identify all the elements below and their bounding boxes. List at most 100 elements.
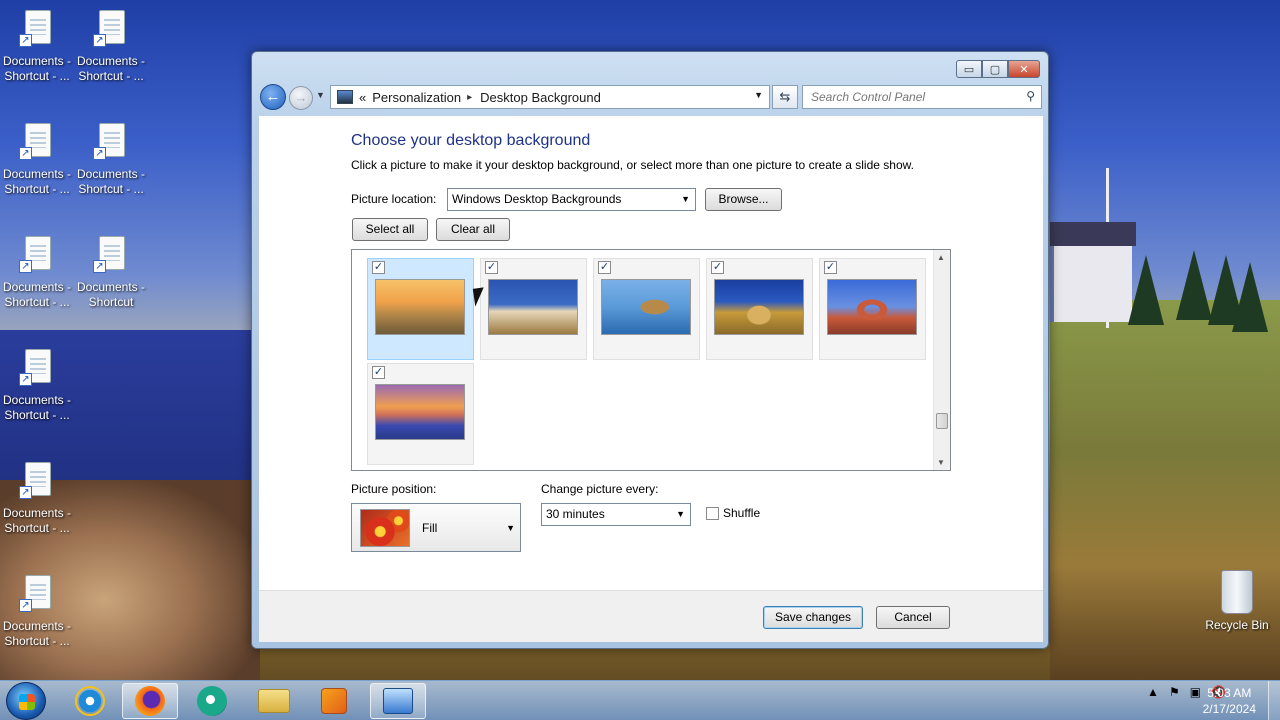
- shuffle-option[interactable]: Shuffle: [706, 506, 760, 520]
- picture-tile[interactable]: ✓: [480, 258, 587, 360]
- minimize-button[interactable]: ▭: [956, 60, 982, 78]
- desktop-shortcut[interactable]: ↗ Documents - Shortcut - ...: [74, 121, 148, 197]
- browse-button[interactable]: Browse...: [705, 188, 782, 211]
- picture-thumbnail: [601, 279, 691, 335]
- picture-thumbnail: [714, 279, 804, 335]
- recycle-bin-label: Recycle Bin: [1205, 618, 1269, 632]
- picture-checkbox[interactable]: ✓: [372, 366, 385, 379]
- taskbar-control-panel[interactable]: [370, 683, 426, 719]
- picture-tile[interactable]: ✓: [367, 363, 474, 465]
- select-all-button[interactable]: Select all: [352, 218, 428, 241]
- network-icon[interactable]: ▣: [1190, 685, 1201, 699]
- save-changes-button[interactable]: Save changes: [763, 606, 863, 629]
- breadcrumb-desktop-background[interactable]: Desktop Background: [480, 90, 601, 105]
- picture-checkbox[interactable]: ✓: [824, 261, 837, 274]
- breadcrumb-separator-icon[interactable]: ▸: [467, 92, 472, 103]
- wallpaper-tree: [1176, 250, 1212, 320]
- forward-button[interactable]: →: [289, 86, 313, 110]
- desktop-shortcut[interactable]: ↗ Documents - Shortcut - ...: [0, 460, 74, 536]
- document-icon: ↗: [17, 573, 57, 617]
- clear-all-button[interactable]: Clear all: [436, 218, 510, 241]
- desktop-shortcut[interactable]: ↗ Documents - Shortcut - ...: [74, 8, 148, 84]
- cancel-button[interactable]: Cancel: [876, 606, 950, 629]
- clock[interactable]: 5:03 AM 2/17/2024: [1203, 685, 1256, 717]
- picture-tile[interactable]: ✓: [367, 258, 474, 360]
- picture-position-label: Picture position:: [351, 482, 437, 496]
- shortcut-label: Documents -: [2, 54, 72, 68]
- shortcut-label: Shortcut - ...: [4, 408, 70, 422]
- search-icon[interactable]: ⚲: [1026, 89, 1035, 103]
- shortcut-label: Shortcut - ...: [78, 69, 144, 83]
- window-controls: ▭ ▢ ✕: [956, 60, 1040, 78]
- picture-location-select[interactable]: Windows Desktop Backgrounds ▼: [447, 188, 696, 211]
- taskbar-media-player[interactable]: [306, 683, 362, 719]
- shortcut-label: Documents -: [76, 280, 146, 294]
- control-panel-icon: [383, 688, 413, 714]
- clock-date: 2/17/2024: [1202, 702, 1256, 716]
- document-icon: ↗: [91, 121, 131, 165]
- picture-thumbnail: [488, 279, 578, 335]
- picture-position-value: Fill: [422, 521, 438, 535]
- shortcut-label: Documents -: [76, 54, 146, 68]
- firefox-icon: [135, 686, 165, 716]
- picture-checkbox[interactable]: ✓: [485, 261, 498, 274]
- recycle-bin[interactable]: Recycle Bin: [1200, 570, 1274, 632]
- chevron-down-icon: ▼: [676, 509, 685, 519]
- scrollbar-thumb[interactable]: [936, 413, 948, 429]
- show-desktop-button[interactable]: [1268, 681, 1280, 720]
- chat-icon: [197, 686, 227, 716]
- maximize-button[interactable]: ▢: [982, 60, 1008, 78]
- shortcut-label: Shortcut - ...: [4, 182, 70, 196]
- picture-tile[interactable]: ✓: [706, 258, 813, 360]
- taskbar-chat-app[interactable]: [184, 683, 240, 719]
- picture-checkbox[interactable]: ✓: [372, 261, 385, 274]
- clock-time: 5:03 AM: [1207, 686, 1252, 700]
- taskbar: ▲ ⚑ ▣ 🔇 5:03 AM 2/17/2024: [0, 680, 1280, 720]
- taskbar-internet-explorer[interactable]: [62, 683, 118, 719]
- breadcrumb-overflow[interactable]: «: [359, 90, 366, 105]
- desktop-shortcut[interactable]: ↗ Documents - Shortcut - ...: [0, 234, 74, 310]
- breadcrumb-personalization[interactable]: Personalization: [372, 90, 461, 105]
- shortcut-label: Documents -: [2, 280, 72, 294]
- picture-tile[interactable]: ✓: [593, 258, 700, 360]
- start-button[interactable]: [6, 682, 46, 720]
- picture-position-select[interactable]: Fill ▼: [351, 503, 521, 552]
- picture-location-label: Picture location:: [351, 192, 437, 206]
- shuffle-checkbox[interactable]: [706, 506, 719, 520]
- shortcut-label: Documents -: [76, 167, 146, 181]
- shortcut-label: Documents -: [2, 393, 72, 407]
- page-description: Click a picture to make it your desktop …: [351, 158, 914, 172]
- flower-preview-icon: [360, 509, 410, 547]
- document-icon: ↗: [17, 234, 57, 278]
- scroll-down-icon[interactable]: ▼: [937, 458, 945, 467]
- recent-pages-dropdown[interactable]: ▼: [316, 90, 325, 100]
- desktop-shortcut[interactable]: ↗ Documents - Shortcut - ...: [0, 347, 74, 423]
- address-dropdown-icon[interactable]: ▼: [754, 90, 763, 100]
- desktop-shortcut[interactable]: ↗ Documents - Shortcut - ...: [0, 121, 74, 197]
- wallpaper-tree: [1232, 262, 1268, 332]
- close-button[interactable]: ✕: [1008, 60, 1040, 78]
- navigation-bar: ← → ▼ « Personalization ▸ Desktop Backgr…: [258, 84, 1042, 110]
- change-interval-select[interactable]: 30 minutes ▼: [541, 503, 691, 526]
- search-input[interactable]: Search Control Panel ⚲: [802, 85, 1042, 109]
- shortcut-label: Documents -: [2, 506, 72, 520]
- mouse-cursor-icon: [472, 287, 487, 307]
- desktop-shortcut[interactable]: ↗ Documents - Shortcut: [74, 234, 148, 310]
- address-bar[interactable]: « Personalization ▸ Desktop Background ▼: [330, 85, 770, 109]
- taskbar-file-explorer[interactable]: [246, 683, 302, 719]
- chevron-down-icon: ▼: [506, 523, 515, 533]
- picture-checkbox[interactable]: ✓: [711, 261, 724, 274]
- gallery-scrollbar[interactable]: ▲ ▼: [933, 250, 950, 470]
- shortcut-label: Shortcut - ...: [78, 182, 144, 196]
- picture-checkbox[interactable]: ✓: [598, 261, 611, 274]
- back-button[interactable]: ←: [260, 84, 286, 110]
- picture-tile[interactable]: ✓: [819, 258, 926, 360]
- action-center-flag-icon[interactable]: ⚑: [1169, 685, 1180, 699]
- change-picture-label: Change picture every:: [541, 482, 659, 496]
- scroll-up-icon[interactable]: ▲: [937, 253, 945, 262]
- show-hidden-icons-icon[interactable]: ▲: [1147, 685, 1159, 699]
- taskbar-firefox[interactable]: [122, 683, 178, 719]
- desktop-shortcut[interactable]: ↗ Documents - Shortcut - ...: [0, 8, 74, 84]
- refresh-button[interactable]: ⇆: [772, 85, 798, 109]
- desktop-shortcut[interactable]: ↗ Documents - Shortcut - ...: [0, 573, 74, 649]
